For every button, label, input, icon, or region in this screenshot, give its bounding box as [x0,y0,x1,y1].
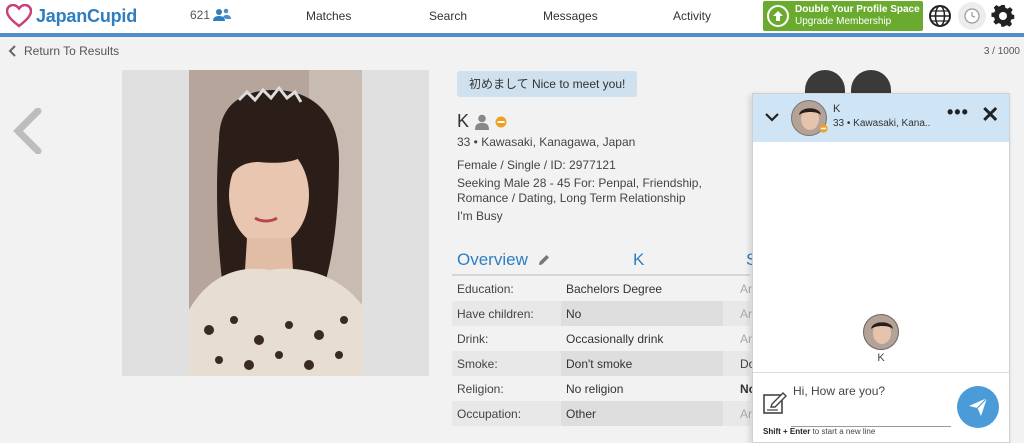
chevron-down-icon[interactable] [765,112,779,122]
previous-profile-arrow-icon[interactable] [12,108,42,154]
chat-contact-name: K [833,103,841,115]
chat-contact-location: 33 • Kawasaki, Kana... [833,118,931,129]
nav-activity[interactable]: Activity [673,9,711,23]
top-header: JapanCupid 621 Matches Search Messages A… [0,0,1024,33]
globe-icon[interactable] [928,4,952,28]
users-icon [213,8,232,21]
profile-age-location: 33 • Kawasaki, Kanagawa, Japan [457,135,636,149]
chat-body-name: K [877,352,885,364]
online-count[interactable]: 621 [190,8,232,22]
table-row: Smoke: Don't smoke Do [452,351,755,376]
table-row: Religion: No religion No [452,376,756,401]
profile-photo[interactable] [189,70,362,376]
profile-gender-status-id: Female / Single / ID: 2977121 [457,158,616,172]
online-count-number: 621 [190,8,211,22]
send-button[interactable] [957,386,999,428]
table-row: Have children: No An [452,301,755,326]
logo[interactable]: JapanCupid [6,4,137,28]
chat-body-avatar [863,314,899,350]
row-label: Education: [457,282,514,296]
row-value: Occasionally drink [566,332,664,346]
paper-plane-icon [969,397,988,416]
chat-hint: Shift + Enter to start a new line [763,427,875,436]
return-to-results-link[interactable]: Return To Results [8,44,119,58]
gear-icon[interactable] [991,4,1015,28]
table-row: Education: Bachelors Degree An [452,276,755,301]
header-accent-line [0,33,1024,37]
profile-name: K [457,111,470,131]
overview-title: Overview [457,250,528,269]
profile-status-text: I'm Busy [457,209,503,223]
chat-window: K 33 • Kawasaki, Kana... ••• ✕ K Hi, How… [752,93,1010,443]
pencil-icon[interactable] [538,254,550,266]
chat-divider [753,372,1009,373]
row-value: Bachelors Degree [566,282,663,296]
nav-messages[interactable]: Messages [543,9,598,23]
profile-seeking-continued: Romance / Dating, Long Term Relationship [457,191,686,205]
heart-logo-icon [6,4,32,28]
overview-column-k: K [633,250,645,269]
busy-status-icon [495,116,507,127]
row-label: Drink: [457,332,489,346]
chat-hint-text: to start a new line [810,427,876,436]
profile-photo-panel [122,70,429,376]
nav-search[interactable]: Search [429,9,467,23]
result-counter: 3 / 1000 [983,46,1020,57]
logo-text: JapanCupid [36,5,138,26]
row-label: Occupation: [457,407,522,421]
table-row: Drink: Occasionally drink An [452,326,755,351]
chat-hint-keys: Shift + Enter [763,427,811,436]
profile-name-row: K [457,111,507,132]
busy-status-icon [819,124,828,133]
upgrade-subtitle: Upgrade Membership [795,16,892,27]
row-label: Religion: [457,382,504,396]
overview-heading: Overview [457,250,550,270]
chat-header[interactable]: K 33 • Kawasaki, Kana... ••• ✕ [753,94,1009,142]
row-value: Don't smoke [566,357,633,371]
row-label: Smoke: [457,357,498,371]
upgrade-title: Double Your Profile Space [795,4,920,15]
greeting-badge[interactable]: 初めまして Nice to meet you! [457,71,638,97]
chat-message-input[interactable]: Hi, How are you? [793,384,885,398]
arrow-up-icon [767,5,789,27]
clock-icon[interactable] [957,1,987,31]
nav-matches[interactable]: Matches [306,9,351,23]
edit-message-icon[interactable] [763,392,787,416]
profile-photo-image [189,70,362,376]
row-value: Other [566,407,597,421]
upgrade-button[interactable]: Double Your Profile Space Upgrade Member… [763,1,923,31]
row-value: No [566,307,582,321]
table-row: Occupation: Other An [452,401,755,426]
user-silhouette-icon [475,114,490,130]
return-label: Return To Results [24,44,120,58]
row-label: Have children: [457,307,534,321]
row-value: No religion [566,382,624,396]
close-icon[interactable]: ✕ [981,102,999,128]
more-options-icon[interactable]: ••• [947,102,969,123]
chevron-left-icon [8,45,16,57]
